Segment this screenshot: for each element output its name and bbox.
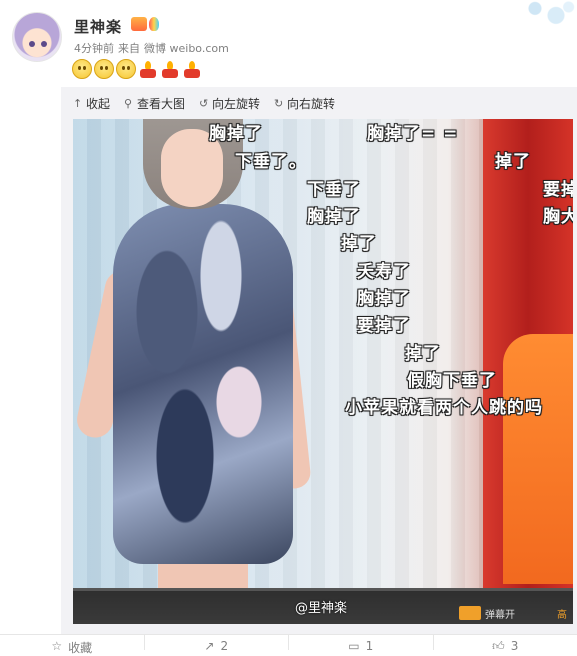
danmaku-toggle-label[interactable]: 弹幕开: [485, 606, 539, 620]
danmaku-comment: 掉了: [495, 147, 531, 172]
username[interactable]: 里神楽: [74, 16, 122, 37]
image-toolbar: ↑ 收起 ⚲ 查看大图 ↺ 向左旋转 ↻ 向右旋转: [73, 95, 335, 112]
danmaku-comment: 小苹果就看两个人跳的吗: [345, 393, 543, 418]
rotate-right-button[interactable]: ↻ 向右旋转: [274, 95, 335, 112]
post-time[interactable]: 4分钟前: [74, 42, 114, 55]
view-large-label: 查看大图: [137, 95, 185, 112]
favorite-button[interactable]: ☆ 收藏: [0, 635, 145, 650]
avatar[interactable]: [12, 12, 62, 62]
media-box: ↑ 收起 ⚲ 查看大图 ↺ 向左旋转 ↻ 向右旋转 胸掉了 胸掉了= = 下垂了…: [61, 87, 577, 649]
comment-count: 1: [366, 639, 374, 653]
danmaku-comment: 假胸下垂了: [407, 366, 497, 391]
user-badges[interactable]: [131, 17, 159, 31]
view-large-button[interactable]: ⚲ 查看大图: [124, 95, 185, 112]
post-source[interactable]: 微博 weibo.com: [144, 42, 229, 55]
star-icon: ☆: [51, 639, 62, 653]
comment-button[interactable]: ▭ 1: [289, 635, 434, 650]
like-button[interactable]: 👍︎ 3: [434, 635, 577, 650]
orange-chair: [503, 334, 573, 584]
video-progress[interactable]: [73, 588, 573, 591]
balloon-badge-icon[interactable]: [149, 17, 159, 31]
quality-label[interactable]: 高: [557, 606, 573, 620]
arrow-up-icon: ↑: [73, 98, 83, 109]
post-header: 里神楽 4分钟前来自微博 weibo.com: [12, 12, 567, 88]
danmaku-comment: 夭寿了: [357, 257, 411, 282]
danmaku-toggle-icon[interactable]: [459, 606, 481, 620]
dancer-dress: [113, 204, 293, 564]
danmaku-comment: 掉了: [341, 229, 377, 254]
post-actions: ☆ 收藏 ↗ 2 ▭ 1 👍︎ 3: [0, 634, 577, 650]
image-watermark: @里神楽: [295, 597, 347, 616]
danmaku-comment: 下垂了。: [235, 147, 307, 172]
magnifier-icon: ⚲: [124, 98, 134, 109]
avatar-eye: [29, 41, 35, 47]
rotate-right-label: 向右旋转: [287, 95, 335, 112]
smile-face-icon: [94, 59, 114, 79]
danmaku-comment: 下垂了: [307, 175, 361, 200]
candle-icon: [182, 59, 202, 79]
post-content-emojis: [72, 59, 202, 79]
favorite-label: 收藏: [68, 639, 92, 656]
like-count: 3: [511, 639, 519, 653]
danmaku-comment: 胸掉了: [357, 284, 411, 309]
rotate-left-icon: ↺: [199, 98, 209, 109]
smile-face-icon: [116, 59, 136, 79]
candle-icon: [138, 59, 158, 79]
danmaku-comment: 掉了: [405, 339, 441, 364]
danmaku-comment: 要掉了: [357, 311, 411, 336]
rotate-left-button[interactable]: ↺ 向左旋转: [199, 95, 260, 112]
danmaku-comment: 胸掉了: [307, 202, 361, 227]
danmaku-comment: 胸大: [543, 202, 573, 227]
smile-face-icon: [72, 59, 92, 79]
rotate-left-label: 向左旋转: [212, 95, 260, 112]
avatar-eye: [41, 41, 47, 47]
source-prefix: 来自: [118, 42, 140, 55]
post-meta: 4分钟前来自微博 weibo.com: [74, 40, 233, 56]
share-count: 2: [220, 639, 228, 653]
danmaku-comment: 胸掉了= =: [367, 119, 458, 144]
candle-icon: [160, 59, 180, 79]
collapse-label: 收起: [86, 95, 110, 112]
vip-badge-icon[interactable]: [131, 17, 147, 31]
share-button[interactable]: ↗ 2: [145, 635, 290, 650]
like-icon: 👍︎: [492, 639, 505, 654]
rotate-right-icon: ↻: [274, 98, 284, 109]
comment-icon: ▭: [348, 639, 359, 653]
danmaku-comment: 要掉: [543, 175, 573, 200]
danmaku-comment: 胸掉了: [209, 119, 263, 144]
share-icon: ↗: [204, 639, 214, 653]
collapse-button[interactable]: ↑ 收起: [73, 95, 110, 112]
post-image[interactable]: 胸掉了 胸掉了= = 下垂了。 掉了 下垂了 要掉 胸掉了 胸大 掉了 夭寿了 …: [73, 119, 573, 624]
